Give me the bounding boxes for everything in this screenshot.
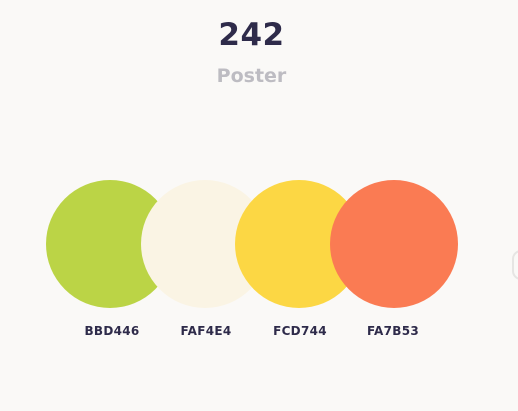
color-code-1: BBD446 xyxy=(84,324,140,338)
palette-name: Poster xyxy=(216,65,287,87)
scroll-handle[interactable] xyxy=(512,250,518,280)
color-code-4: FA7B53 xyxy=(366,324,420,338)
palette-number: 242 xyxy=(218,17,285,53)
color-code-3: FCD744 xyxy=(273,324,327,338)
color-code-2: FAF4E4 xyxy=(180,324,232,338)
color-swatch-4 xyxy=(330,180,458,308)
palette-card: 242 Poster BBD446 FAF4E4 FCD744 FA7B53 xyxy=(0,0,518,411)
